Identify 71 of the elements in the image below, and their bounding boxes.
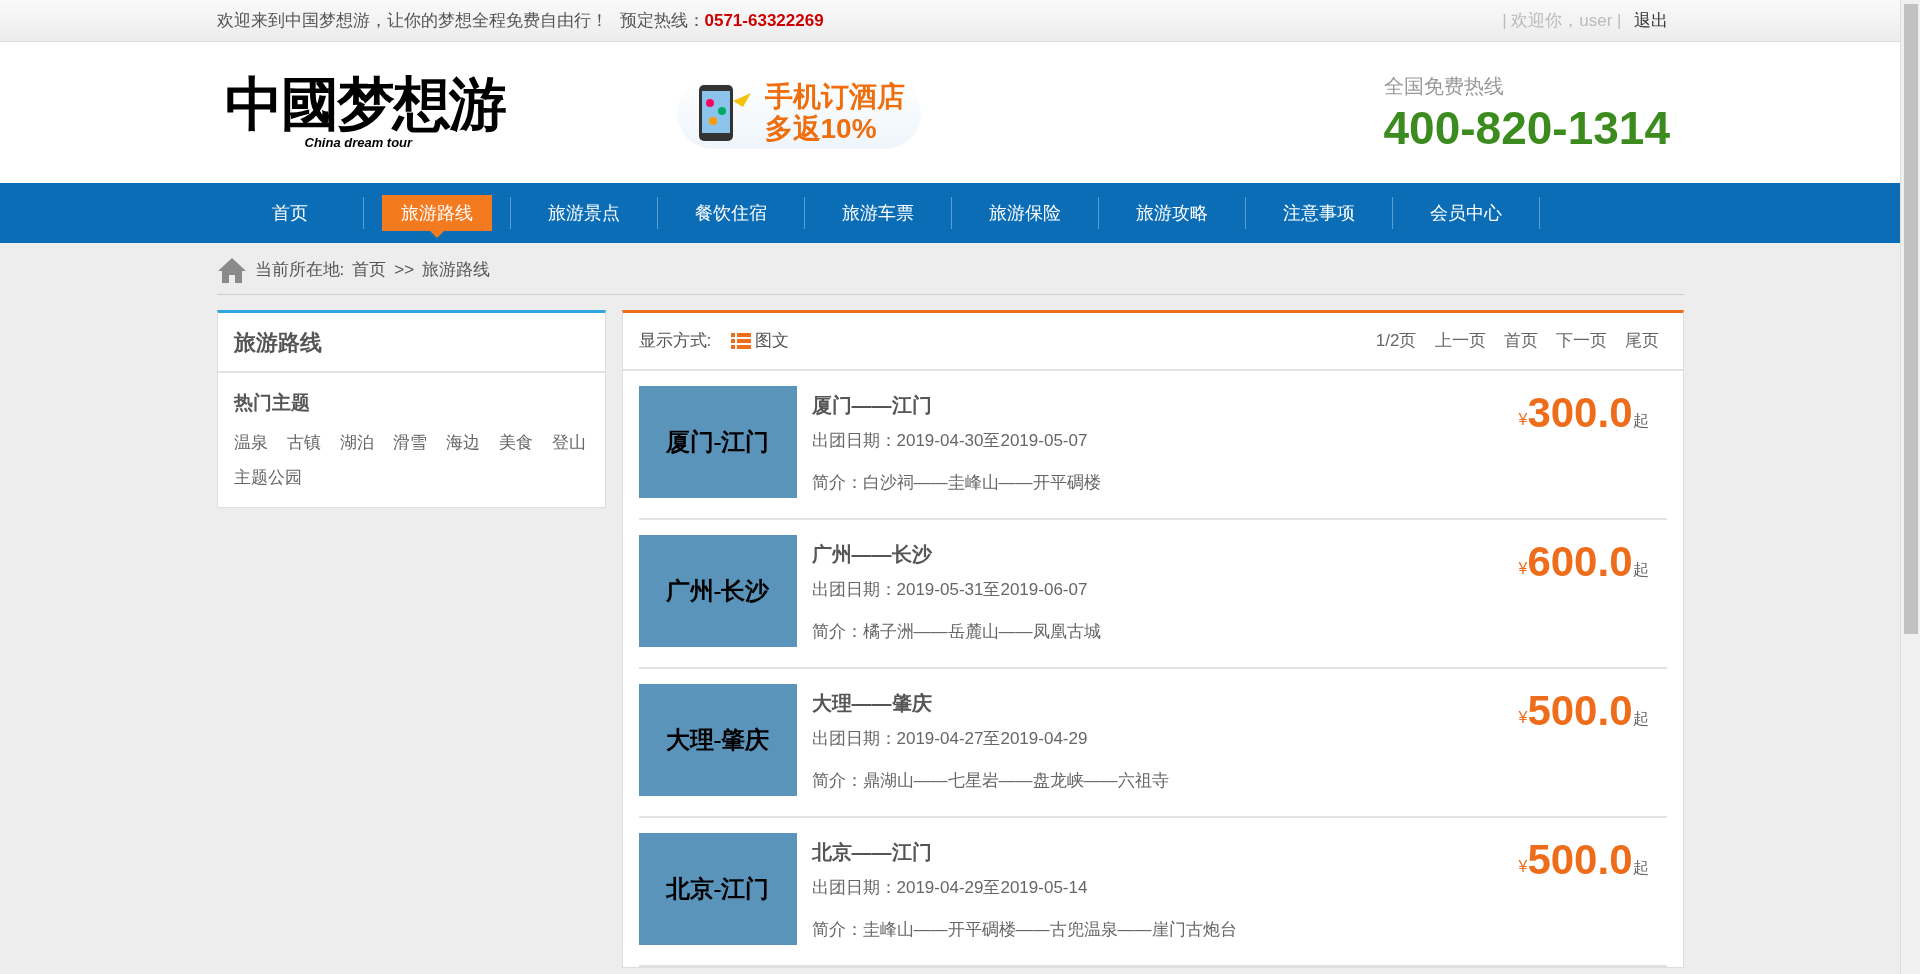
nav-tab[interactable]: 旅游攻略 <box>1116 195 1227 231</box>
route-title[interactable]: 广州——长沙 <box>811 539 1519 569</box>
user-greeting: | 欢迎你，user | <box>1502 9 1622 32</box>
theme-link[interactable]: 主题公园 <box>233 465 302 491</box>
breadcrumb-link[interactable]: 旅游路线 <box>422 256 491 283</box>
hotline-number: 0571-63322269 <box>704 9 824 32</box>
breadcrumb-label: 当前所在地: <box>254 258 345 281</box>
theme-link[interactable]: 美食 <box>498 429 533 455</box>
sidebar-title: 旅游路线 <box>233 328 322 357</box>
route-title[interactable]: 北京——江门 <box>811 837 1519 867</box>
route-thumbnail[interactable]: 广州-长沙 <box>638 535 797 647</box>
breadcrumb-link[interactable]: 首页 <box>352 256 387 283</box>
pointer-icon <box>429 231 444 238</box>
route-intro: 简介：圭峰山——开平碉楼——古兜温泉——崖门古炮台 <box>811 918 1238 941</box>
currency-sign: ¥ <box>1518 858 1528 877</box>
nav-tab[interactable]: 旅游车票 <box>822 195 933 231</box>
theme-link[interactable]: 湖泊 <box>339 429 374 455</box>
nav-tab[interactable]: 旅游景点 <box>528 195 639 231</box>
route-dates: 出团日期：2019-04-30至2019-05-07 <box>811 430 1089 452</box>
price-suffix: 起 <box>1632 709 1649 729</box>
route-dates: 出团日期：2019-04-29至2019-05-14 <box>811 877 1089 899</box>
price-suffix: 起 <box>1632 411 1649 431</box>
banner-text: 手机订酒店 <box>764 80 905 113</box>
route-thumbnail[interactable]: 大理-肇庆 <box>638 684 797 796</box>
route-title[interactable]: 厦门——江门 <box>811 390 1519 420</box>
pagination-link[interactable]: 尾页 <box>1624 328 1659 354</box>
hotline-label: 全国免费热线 <box>1383 73 1504 99</box>
route-price: 600.0 <box>1527 539 1633 585</box>
section-title: 热门主题 <box>233 391 311 415</box>
view-mode-toggle[interactable]: 图文 <box>731 328 790 354</box>
route-title[interactable]: 大理——肇庆 <box>811 688 1519 718</box>
logout-link[interactable]: 退出 <box>1633 7 1668 34</box>
route-intro: 简介：橘子洲——岳麓山——凤凰古城 <box>811 620 1102 643</box>
theme-link[interactable]: 滑雪 <box>392 429 427 455</box>
nav-tab[interactable]: 会员中心 <box>1410 195 1521 231</box>
scrollbar[interactable] <box>1900 0 1920 974</box>
site-logo[interactable]: 中國梦想游 China dream tour <box>216 62 517 163</box>
list-icon <box>731 333 752 349</box>
page-count-text: 1/2页 <box>1375 330 1417 353</box>
route-thumbnail[interactable]: 厦门-江门 <box>638 386 797 498</box>
route-price: 500.0 <box>1527 837 1633 883</box>
theme-link[interactable]: 古镇 <box>286 429 321 455</box>
price-suffix: 起 <box>1632 560 1649 580</box>
route-dates: 出团日期：2019-04-27至2019-04-29 <box>811 728 1089 750</box>
nav-tab[interactable]: 注意事项 <box>1263 195 1374 231</box>
currency-sign: ¥ <box>1518 560 1528 579</box>
nav-tab[interactable]: 旅游保险 <box>969 195 1080 231</box>
hotline-number: 400-820-1314 <box>1383 100 1670 155</box>
pagination-link[interactable]: 上一页 <box>1434 328 1486 354</box>
banner-text: 多返10% <box>764 112 878 145</box>
breadcrumb-separator: >> <box>394 258 415 281</box>
price-suffix: 起 <box>1632 858 1649 878</box>
pagination-link[interactable]: 下一页 <box>1555 328 1607 354</box>
theme-link[interactable]: 登山 <box>551 429 586 455</box>
route-intro: 简介：鼎湖山——七星岩——盘龙峡——六祖寺 <box>811 769 1170 792</box>
route-thumbnail[interactable]: 北京-江门 <box>638 833 797 945</box>
welcome-text: 欢迎来到中国梦想游，让你的梦想全程免费自由行！ <box>216 9 608 32</box>
currency-sign: ¥ <box>1518 709 1528 728</box>
home-icon <box>216 255 247 284</box>
route-dates: 出团日期：2019-05-31至2019-06-07 <box>811 579 1089 601</box>
theme-link[interactable]: 温泉 <box>233 429 268 455</box>
currency-sign: ¥ <box>1518 411 1528 430</box>
nav-tab[interactable]: 首页 <box>234 195 345 231</box>
route-price: 300.0 <box>1527 390 1633 436</box>
route-intro: 简介：白沙祠——圭峰山——开平碉楼 <box>811 471 1102 494</box>
theme-link[interactable]: 海边 <box>445 429 480 455</box>
display-mode-label: 显示方式: <box>638 330 712 353</box>
hotline-label: 预定热线： <box>619 9 705 32</box>
nav-tab[interactable]: 餐饮住宿 <box>675 195 786 231</box>
route-price: 500.0 <box>1527 688 1633 734</box>
pagination-link[interactable]: 首页 <box>1503 328 1538 354</box>
